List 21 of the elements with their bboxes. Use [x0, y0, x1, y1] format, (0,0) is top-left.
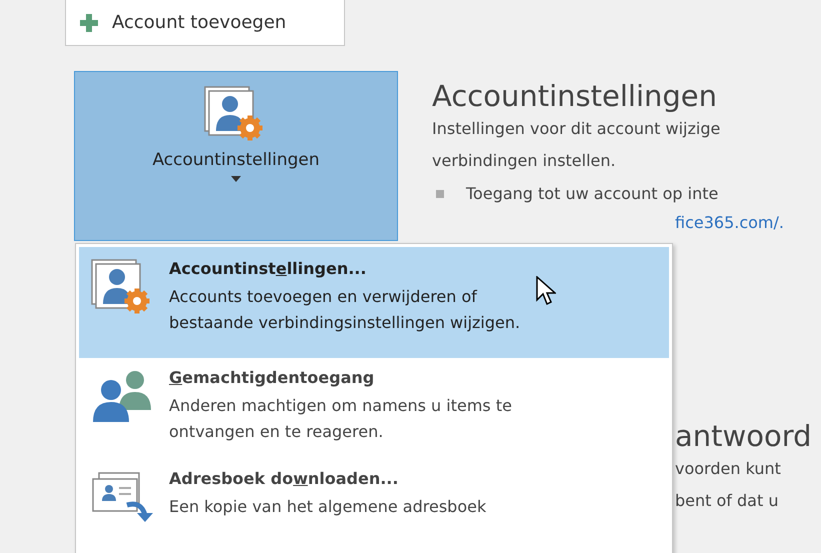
menu-item-title: Adresboek downloaden...: [169, 468, 400, 488]
menu-item-title: Accountinstellingen...: [169, 259, 368, 278]
bullet-text: Toegang tot uw account op inte: [466, 183, 718, 205]
menu-item[interactable]: Accountinstellingen... Accounts toevoegen en verwijderen of bestaande verbindingsinstellingen wijzigen.: [79, 247, 669, 358]
bullet-icon: [436, 190, 444, 198]
section-description: Instellingen voor dit account wijzige: [432, 118, 722, 140]
mouse-cursor-icon: [536, 276, 556, 306]
web-link[interactable]: fice365.com/.: [675, 211, 812, 235]
section-description: voorden kunt: [675, 458, 782, 480]
account-settings-button[interactable]: Accountinstellingen: [74, 71, 398, 241]
section-description: bent of dat u: [675, 490, 780, 512]
section-heading: Accountinstellingen: [432, 79, 718, 113]
section-heading: antwoord: [675, 419, 812, 453]
menu-item-title: Gemachtigdentoegang: [169, 368, 376, 388]
caret-icon: [231, 176, 241, 182]
add-account-button[interactable]: Account toevoegen: [65, 0, 345, 46]
menu-item-description: Anderen machtigen om namens u items te ontvangen en te reageren.: [169, 395, 512, 444]
menu-item-description: Accounts toevoegen en verwijderen of bestaande verbindingsinstellingen wijzigen.: [169, 286, 520, 334]
plus-icon: [80, 14, 98, 32]
section-description: verbindingen instellen.: [432, 150, 617, 172]
menu-item-description: Een kopie van het algemene adresboek: [169, 496, 486, 518]
